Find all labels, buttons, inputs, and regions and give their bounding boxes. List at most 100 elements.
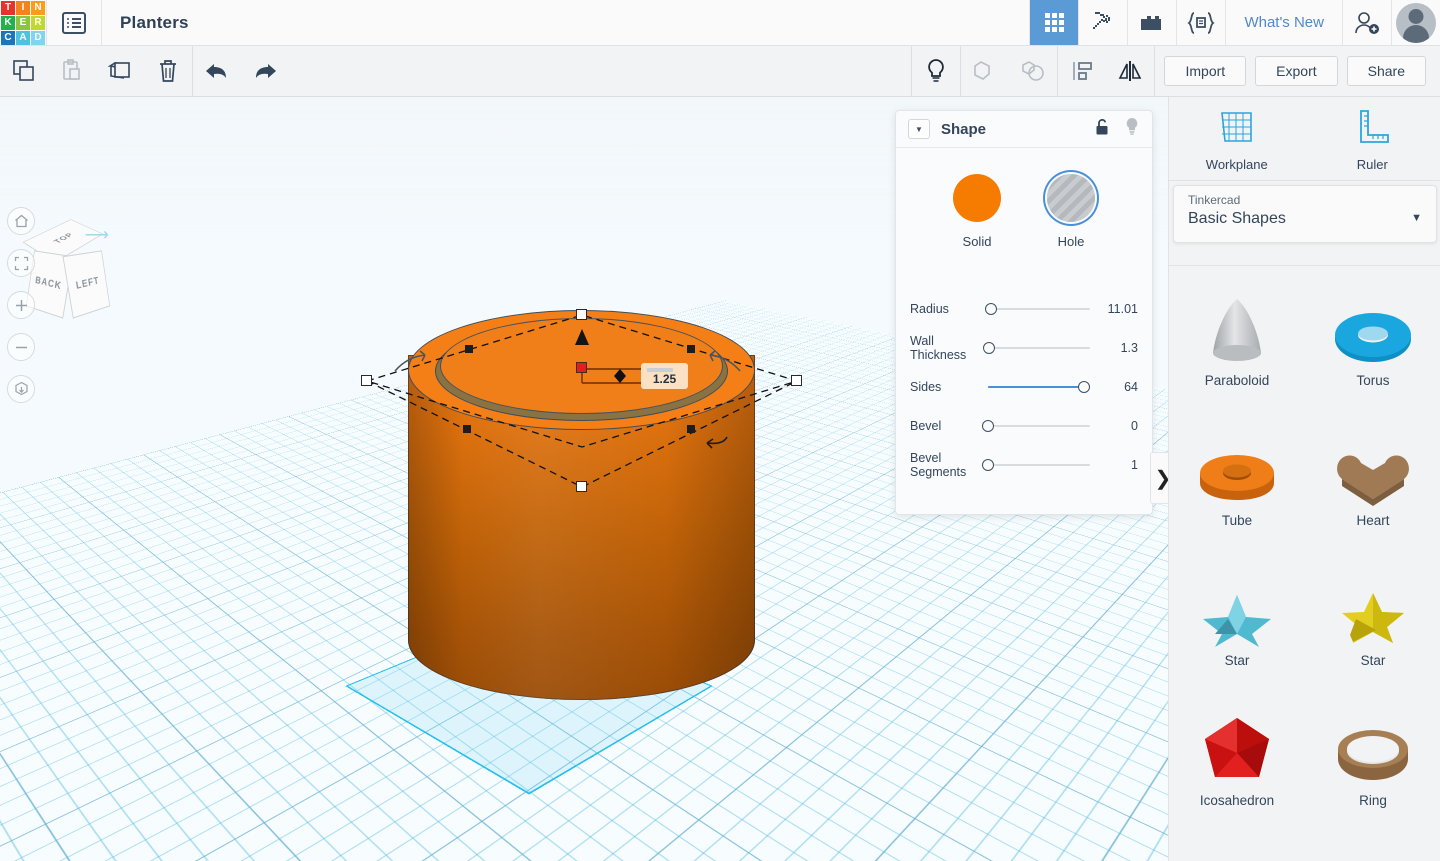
- shape-item-clipped-left[interactable]: [1169, 837, 1305, 861]
- undo-button[interactable]: [193, 46, 241, 97]
- slider-track[interactable]: [983, 340, 1090, 356]
- group-button[interactable]: [961, 46, 1009, 97]
- duplicate-button[interactable]: [96, 46, 144, 97]
- light-bulb-icon[interactable]: [1124, 117, 1140, 141]
- shape-item-icosahedron-6[interactable]: Icosahedron: [1169, 697, 1305, 837]
- view-cube-rotate-arrow-icon[interactable]: ⟶: [85, 225, 109, 245]
- zoom-out-button[interactable]: [7, 333, 35, 361]
- mirror-button[interactable]: [1106, 46, 1154, 97]
- unlock-icon[interactable]: [1094, 118, 1110, 141]
- shape-thumbnail: [1194, 417, 1280, 513]
- slider-knob[interactable]: [985, 302, 998, 315]
- grid-apps-icon[interactable]: [1029, 0, 1079, 45]
- slider-label: Wall Thickness: [910, 333, 967, 362]
- slider-knob[interactable]: [982, 419, 994, 432]
- zoom-in-button[interactable]: [7, 291, 35, 319]
- slider-rail: [988, 463, 1090, 466]
- logo-tile-t: T: [1, 1, 15, 15]
- shape-item-torus-1[interactable]: Torus: [1305, 277, 1440, 417]
- ortho-perspective-toggle[interactable]: [7, 375, 35, 403]
- tinkercad-app: TINKERCAD Planters What's New Import Exp…: [0, 0, 1440, 861]
- shape-thumbnail: [1329, 277, 1417, 373]
- shape-item-star-4[interactable]: Star: [1169, 557, 1305, 697]
- shape-collection-dropdown[interactable]: Tinkercad Basic Shapes ▼: [1173, 185, 1437, 243]
- slider-track[interactable]: [982, 457, 1090, 473]
- top-bar: TINKERCAD Planters What's New: [0, 0, 1440, 46]
- collection-name: Basic Shapes: [1188, 210, 1286, 227]
- tooltip-input-bar: [647, 368, 673, 372]
- shape-panel-actions: [1094, 117, 1140, 141]
- shape-panel-title: Shape: [941, 120, 987, 138]
- collection-category: Tinkercad: [1188, 193, 1241, 207]
- whats-new-link[interactable]: What's New: [1225, 0, 1342, 45]
- redo-button[interactable]: [241, 46, 289, 97]
- slider-track[interactable]: [985, 301, 1090, 317]
- scale-handle-left[interactable]: [361, 375, 372, 386]
- logo-tile-d: D: [31, 31, 45, 45]
- solid-swatch: [953, 174, 1001, 222]
- view-cube-face-left[interactable]: LEFT: [62, 250, 111, 319]
- shape-label: Star: [1224, 653, 1250, 668]
- delete-button[interactable]: [144, 46, 192, 97]
- logo-tile-k: K: [1, 16, 15, 30]
- shape-label: Ring: [1359, 793, 1387, 808]
- shape-thumbnail: [1199, 837, 1275, 861]
- avatar[interactable]: [1391, 0, 1440, 45]
- shape-thumbnail: [1194, 557, 1280, 653]
- dimension-value: 1.25: [652, 372, 677, 386]
- home-view-button[interactable]: [7, 207, 35, 235]
- copy-button[interactable]: [0, 46, 48, 97]
- sidebar-divider: [1169, 265, 1440, 266]
- tinkercad-logo[interactable]: TIN KER CAD: [0, 0, 46, 46]
- slider-value: 1: [1131, 457, 1138, 472]
- logo-tile-e: E: [16, 16, 30, 30]
- share-button[interactable]: Share: [1346, 56, 1426, 86]
- slider-rail: [988, 346, 1090, 349]
- chevron-down-icon[interactable]: ▼: [908, 119, 930, 139]
- shape-item-star-5[interactable]: Star: [1305, 557, 1440, 697]
- slider-knob[interactable]: [982, 458, 994, 471]
- logo-tile-n: N: [31, 1, 45, 15]
- dimension-value-tooltip[interactable]: 1.25: [641, 363, 688, 389]
- hole-mode-button[interactable]: Hole: [1047, 174, 1095, 249]
- slider-row-wall-thickness: Wall Thickness 1.3: [910, 328, 1138, 367]
- add-user-icon[interactable]: [1342, 0, 1391, 45]
- blocks-bricks-icon[interactable]: [1127, 0, 1177, 45]
- shape-panel-body: Solid Hole Radius 11.01 Wall Thickness 1.3 S…: [896, 148, 1152, 484]
- shape-item-ring-7[interactable]: Ring: [1305, 697, 1440, 837]
- slider-label: Sides: [910, 379, 942, 394]
- project-list-button[interactable]: [46, 0, 102, 45]
- slider-rail: [988, 424, 1090, 427]
- fit-to-view-button[interactable]: [7, 249, 35, 277]
- planter-object[interactable]: [408, 310, 755, 700]
- align-button[interactable]: [1058, 46, 1106, 97]
- shape-item-heart-3[interactable]: Heart: [1305, 417, 1440, 557]
- shape-item-tube-2[interactable]: Tube: [1169, 417, 1305, 557]
- shape-item-clipped-right[interactable]: [1305, 837, 1440, 861]
- shape-label: Star: [1360, 653, 1386, 668]
- import-button[interactable]: Import: [1164, 56, 1247, 86]
- slider-rail: [988, 307, 1090, 310]
- shape-inspector-panel: ▼ Shape Solid Hole Radius 11.01 Wall Thi…: [895, 110, 1153, 515]
- logo-tile-c: C: [1, 31, 15, 45]
- export-button[interactable]: Export: [1255, 56, 1338, 86]
- shape-mode-group: Solid Hole: [896, 174, 1152, 249]
- slider-fill: [988, 385, 1084, 388]
- paste-button[interactable]: [48, 46, 96, 97]
- slider-track[interactable]: [982, 418, 1090, 434]
- slider-row-radius: Radius 11.01: [910, 289, 1138, 328]
- logo-tile-i: I: [16, 1, 30, 15]
- shape-library-grid[interactable]: Half SpherePolygonParaboloidTorusTubeHea…: [1169, 182, 1440, 861]
- ungroup-button[interactable]: [1009, 46, 1057, 97]
- shape-item-paraboloid-0[interactable]: Paraboloid: [1169, 277, 1305, 417]
- codeblocks-icon[interactable]: [1176, 0, 1226, 45]
- slider-knob[interactable]: [1077, 380, 1090, 393]
- pickaxe-minecraft-icon[interactable]: [1078, 0, 1128, 45]
- light-bulb-button[interactable]: [912, 46, 960, 97]
- slider-knob[interactable]: [983, 341, 996, 354]
- solid-mode-button[interactable]: Solid: [953, 174, 1001, 249]
- shape-thumbnail: [1330, 557, 1416, 653]
- solid-label: Solid: [962, 234, 992, 249]
- slider-track[interactable]: [988, 379, 1090, 395]
- slider-value: 64: [1124, 379, 1138, 394]
